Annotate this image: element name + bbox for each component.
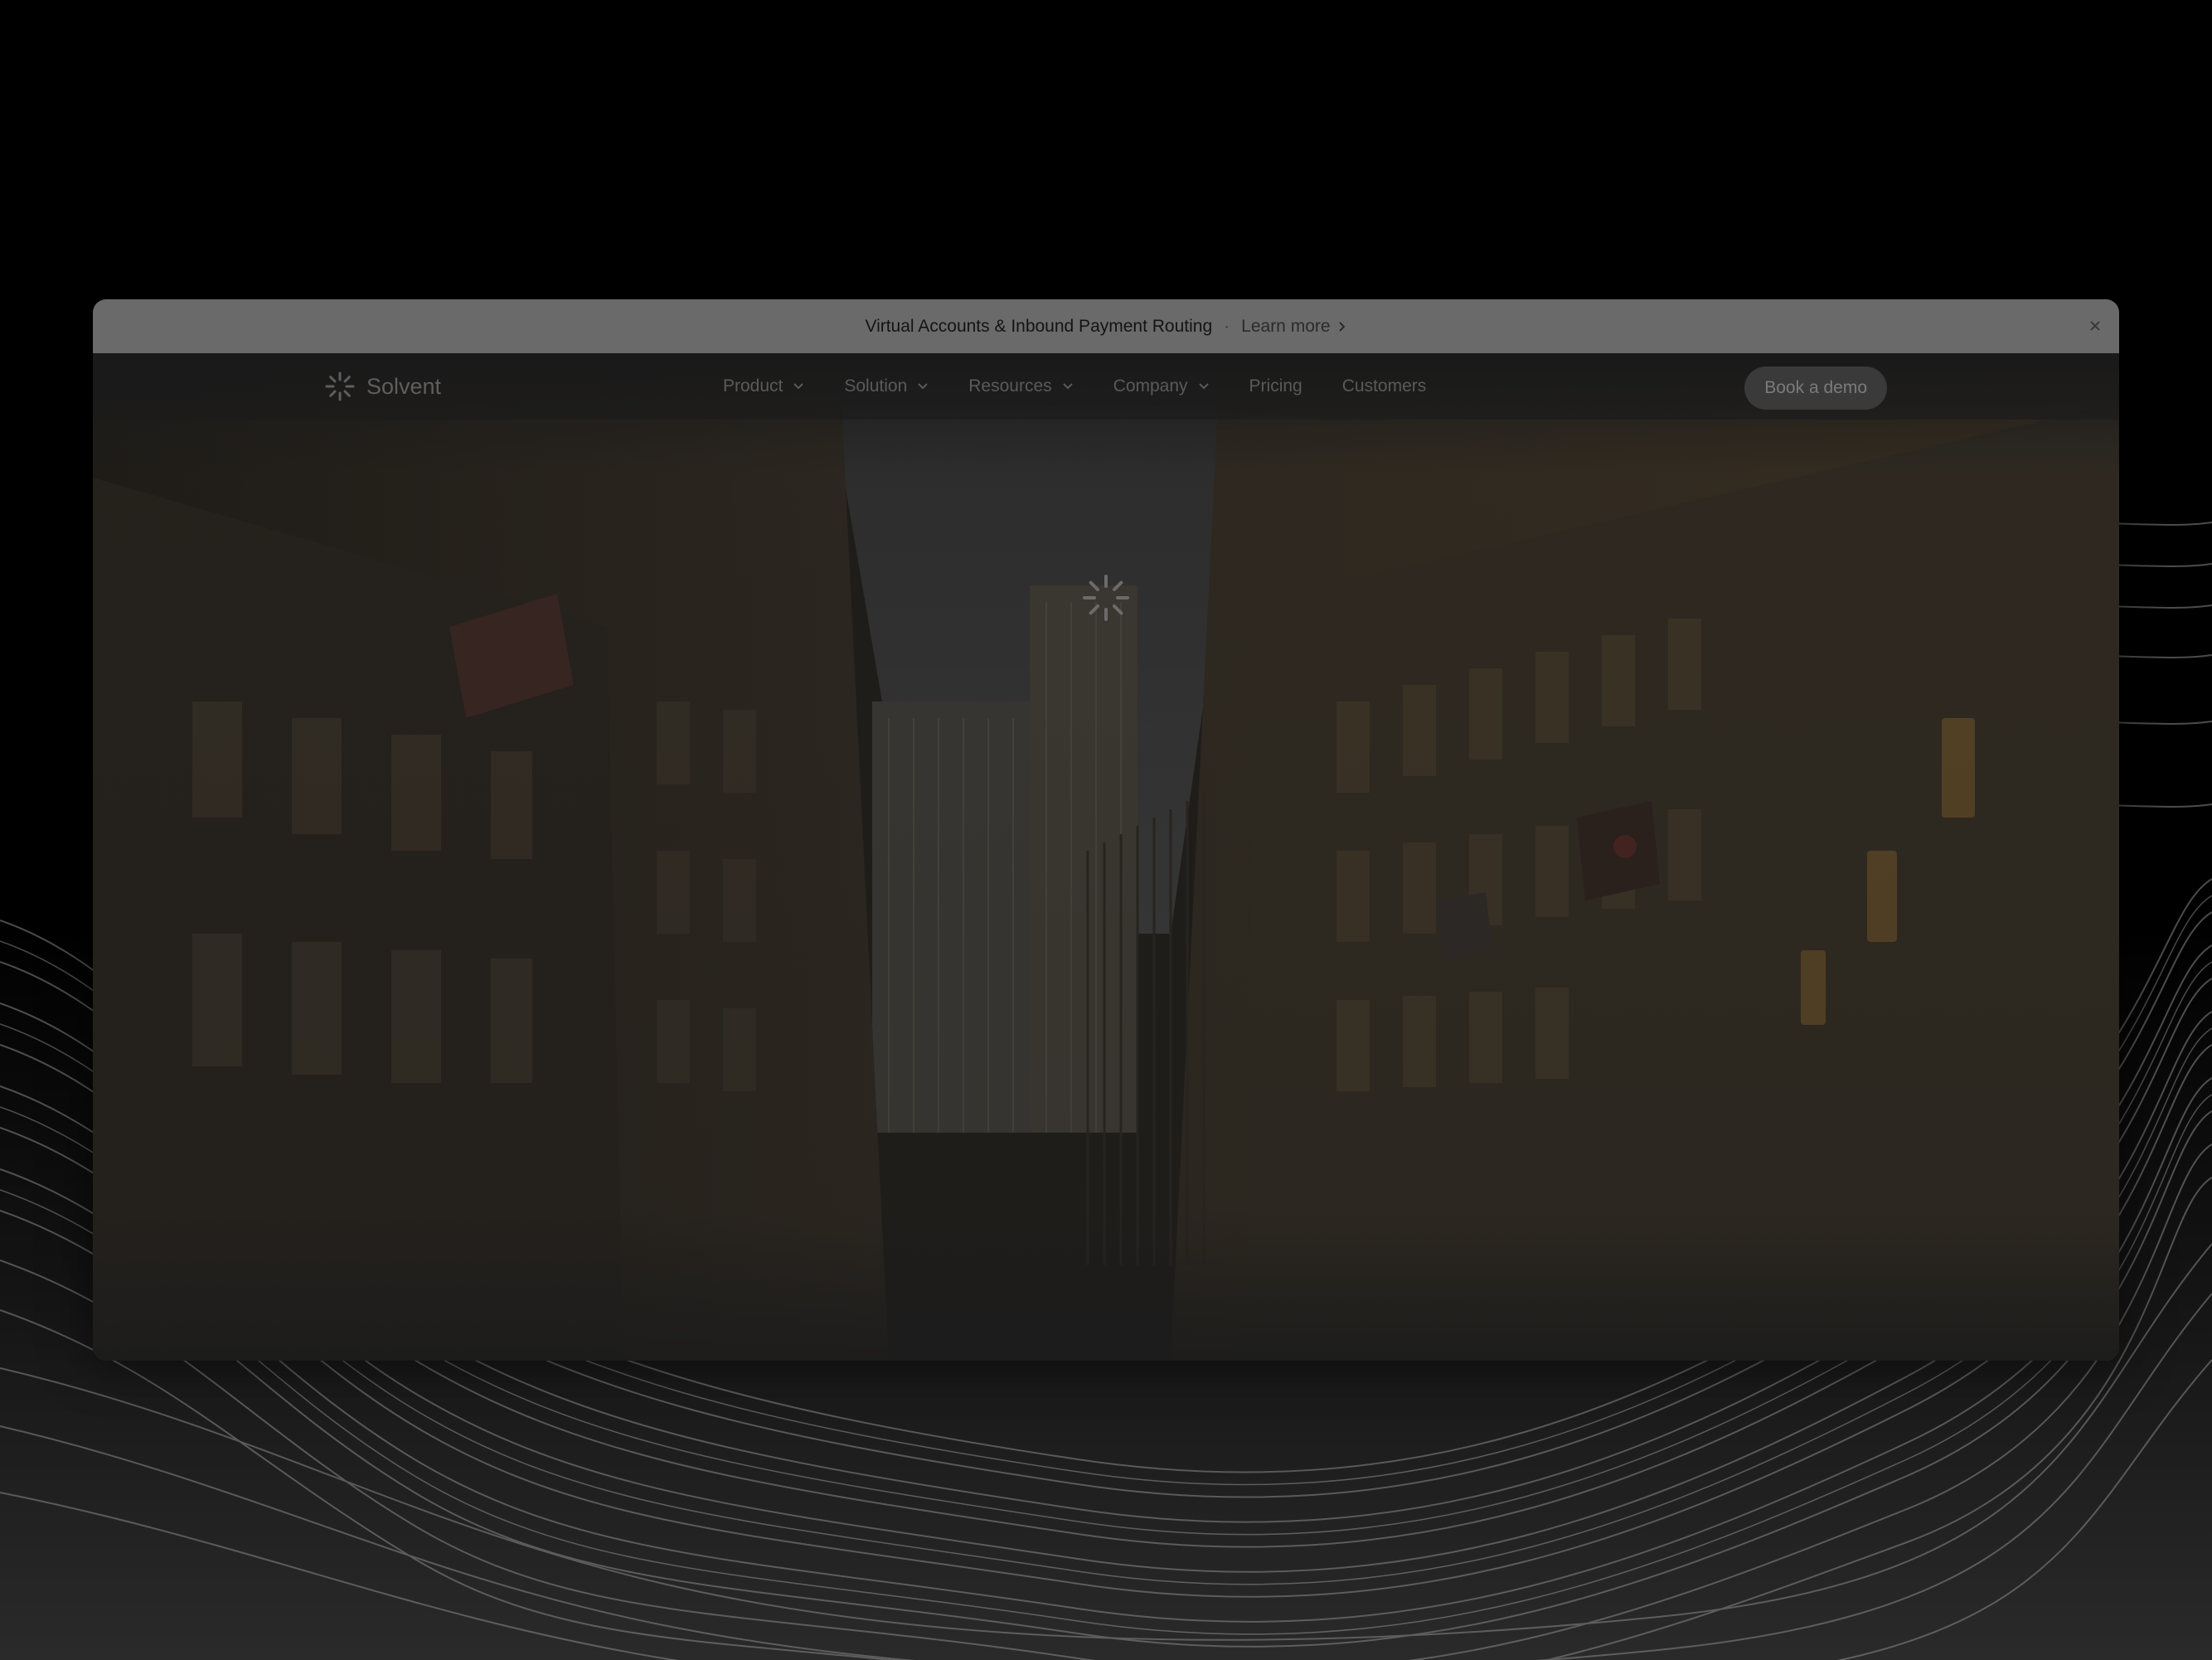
chevron-down-icon: [918, 383, 928, 390]
brand-name: Solvent: [366, 373, 442, 399]
burst-logo-icon: [325, 371, 355, 401]
announcement-text: Virtual Accounts & Inbound Payment Routi…: [865, 316, 1213, 336]
announcement-bar: Virtual Accounts & Inbound Payment Routi…: [93, 299, 2119, 353]
nav-menu: Product Solution Resources Company Prici…: [723, 353, 1466, 420]
book-demo-button[interactable]: Book a demo: [1744, 366, 1887, 410]
nav-item-solution[interactable]: Solution: [844, 376, 929, 396]
close-announcement-button[interactable]: [2084, 315, 2106, 337]
nav-item-label: Customers: [1341, 376, 1427, 396]
nav-item-resources[interactable]: Resources: [968, 376, 1073, 396]
nav-item-company[interactable]: Company: [1113, 376, 1210, 396]
nav-item-label: Solution: [844, 376, 908, 396]
chevron-right-icon: [1338, 321, 1345, 332]
nav-item-product[interactable]: Product: [723, 376, 804, 396]
main-navigation: Solvent Product Solution Resources Compa…: [93, 353, 2119, 420]
nav-item-customers[interactable]: Customers: [1342, 376, 1427, 396]
chevron-down-icon: [1198, 383, 1209, 390]
nav-item-label: Company: [1113, 376, 1188, 396]
hero-section: [93, 353, 2119, 1361]
learn-more-link[interactable]: Learn more: [1241, 317, 1346, 337]
close-icon: [2090, 321, 2100, 331]
nav-item-label: Pricing: [1249, 376, 1302, 396]
nav-item-pricing[interactable]: Pricing: [1249, 376, 1302, 396]
loading-spinner-icon: [1083, 575, 1129, 621]
nav-item-label: Product: [723, 376, 783, 396]
screen: Virtual Accounts & Inbound Payment Routi…: [0, 0, 2212, 1660]
announcement-separator: ·: [1224, 316, 1230, 336]
chevron-down-icon: [1062, 383, 1073, 390]
brand-logo[interactable]: Solvent: [325, 371, 441, 401]
nav-item-label: Resources: [968, 376, 1052, 396]
city-street-image: [93, 353, 2119, 1361]
learn-more-label: Learn more: [1241, 316, 1331, 336]
chevron-down-icon: [793, 383, 804, 390]
website-window: Virtual Accounts & Inbound Payment Routi…: [93, 299, 2119, 1361]
